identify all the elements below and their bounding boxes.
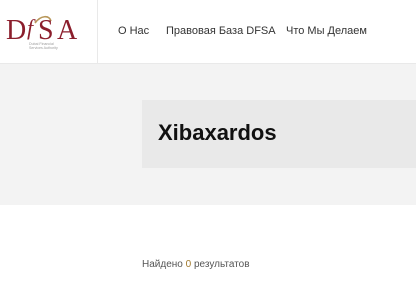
logo-subtitle-2: Services Authority xyxy=(29,46,58,50)
hero-banner: Xibaxardos xyxy=(0,64,416,205)
results-count: 0 xyxy=(185,259,192,270)
search-results-summary: Найдено 0 результатов xyxy=(142,258,250,271)
results-prefix: Найдено xyxy=(142,259,183,270)
nav-item-legal-framework[interactable]: Правовая База DFSA xyxy=(166,24,276,38)
site-header: D f S A Dubai Financial Services Authori… xyxy=(0,0,416,64)
results-suffix: результатов xyxy=(193,259,250,270)
page-title: Xibaxardos xyxy=(158,120,277,145)
nav-item-what-we-do[interactable]: Что Мы Делаем xyxy=(286,24,367,38)
svg-text:D: D xyxy=(6,15,26,46)
logo-link[interactable]: D f S A Dubai Financial Services Authori… xyxy=(0,0,98,63)
svg-text:f: f xyxy=(27,15,36,40)
nav-item-about[interactable]: О Нас xyxy=(118,24,149,38)
dfsa-logo: D f S A Dubai Financial Services Authori… xyxy=(6,15,78,50)
svg-text:A: A xyxy=(57,15,78,46)
title-card: Xibaxardos xyxy=(142,100,416,168)
